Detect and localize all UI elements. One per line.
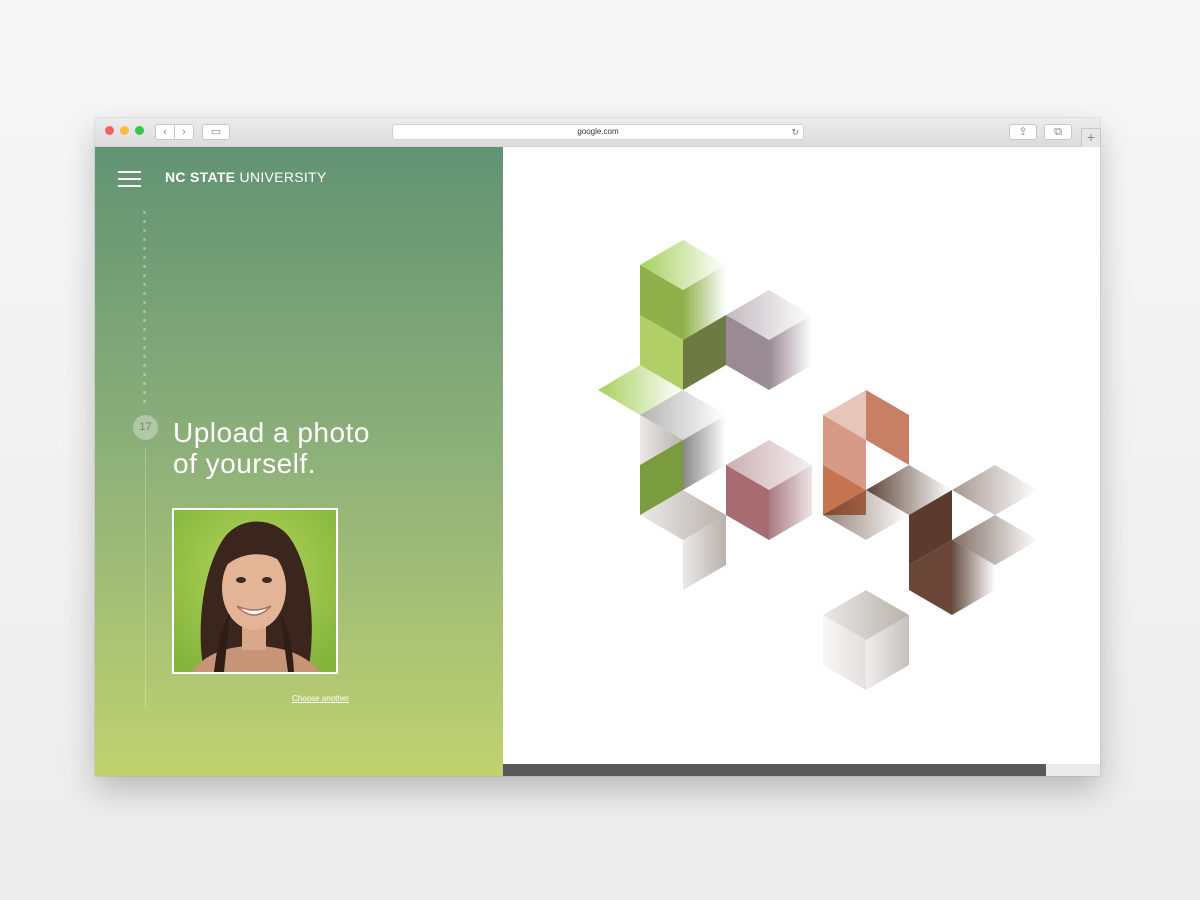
hamburger-menu-icon[interactable] bbox=[118, 171, 141, 187]
isometric-cubes-illustration bbox=[598, 240, 1038, 690]
heading-line-1: Upload a photo bbox=[173, 417, 370, 448]
progress-dot bbox=[143, 319, 146, 322]
form-panel: NC STATE UNIVERSITY 17 Upload a photo of… bbox=[95, 147, 503, 776]
progress-dot bbox=[143, 355, 146, 358]
share-icon[interactable]: ⇪ bbox=[1009, 124, 1037, 140]
progress-line bbox=[145, 447, 146, 707]
progress-dot bbox=[143, 373, 146, 376]
chevron-left-icon[interactable]: ‹ bbox=[155, 124, 175, 140]
question-heading: Upload a photo of yourself. bbox=[173, 417, 473, 479]
tabs-icon[interactable]: ⧉ bbox=[1044, 124, 1072, 140]
progress-dot bbox=[143, 211, 146, 214]
logo-light-text: UNIVERSITY bbox=[239, 169, 327, 185]
step-number-badge: 17 bbox=[133, 415, 158, 440]
hexagon-artwork bbox=[503, 147, 1100, 764]
profile-photo-illustration bbox=[174, 510, 336, 672]
progress-dot bbox=[143, 301, 146, 304]
progress-dot bbox=[143, 337, 146, 340]
progress-dot bbox=[143, 400, 146, 403]
progress-dot bbox=[143, 382, 146, 385]
progress-dot bbox=[143, 265, 146, 268]
progress-dot bbox=[143, 220, 146, 223]
reload-icon[interactable]: ↻ bbox=[791, 125, 799, 139]
heading-line-2: of yourself. bbox=[173, 448, 316, 479]
progress-dot bbox=[143, 364, 146, 367]
progress-dot bbox=[143, 292, 146, 295]
progress-bar-remainder bbox=[1046, 764, 1100, 776]
progress-dot bbox=[143, 238, 146, 241]
plus-icon[interactable]: + bbox=[1081, 128, 1101, 148]
progress-dot bbox=[143, 229, 146, 232]
progress-bar bbox=[503, 764, 1046, 776]
browser-window: ‹ › ▭ google.com ↻ ⇪ ⧉ + NC STATE UNIVER… bbox=[95, 118, 1101, 776]
progress-dot bbox=[143, 346, 146, 349]
progress-dot bbox=[143, 247, 146, 250]
progress-dot bbox=[143, 256, 146, 259]
zoom-window-button[interactable] bbox=[135, 126, 144, 135]
chevron-right-icon[interactable]: › bbox=[174, 124, 194, 140]
url-text: google.com bbox=[577, 127, 619, 136]
progress-dot bbox=[143, 391, 146, 394]
choose-another-link[interactable]: Choose another bbox=[292, 694, 349, 703]
uploaded-photo[interactable] bbox=[172, 508, 338, 674]
nc-state-logo[interactable]: NC STATE UNIVERSITY bbox=[165, 169, 327, 185]
progress-dot bbox=[143, 283, 146, 286]
close-window-button[interactable] bbox=[105, 126, 114, 135]
progress-dot bbox=[143, 310, 146, 313]
progress-dot bbox=[143, 274, 146, 277]
progress-dots bbox=[143, 211, 147, 411]
minimize-window-button[interactable] bbox=[120, 126, 129, 135]
address-bar[interactable]: google.com ↻ bbox=[392, 124, 804, 140]
browser-toolbar: ‹ › ▭ google.com ↻ ⇪ ⧉ + bbox=[95, 118, 1101, 148]
sidebar-icon[interactable]: ▭ bbox=[202, 124, 230, 140]
progress-dot bbox=[143, 328, 146, 331]
logo-bold-text: NC STATE bbox=[165, 169, 236, 185]
